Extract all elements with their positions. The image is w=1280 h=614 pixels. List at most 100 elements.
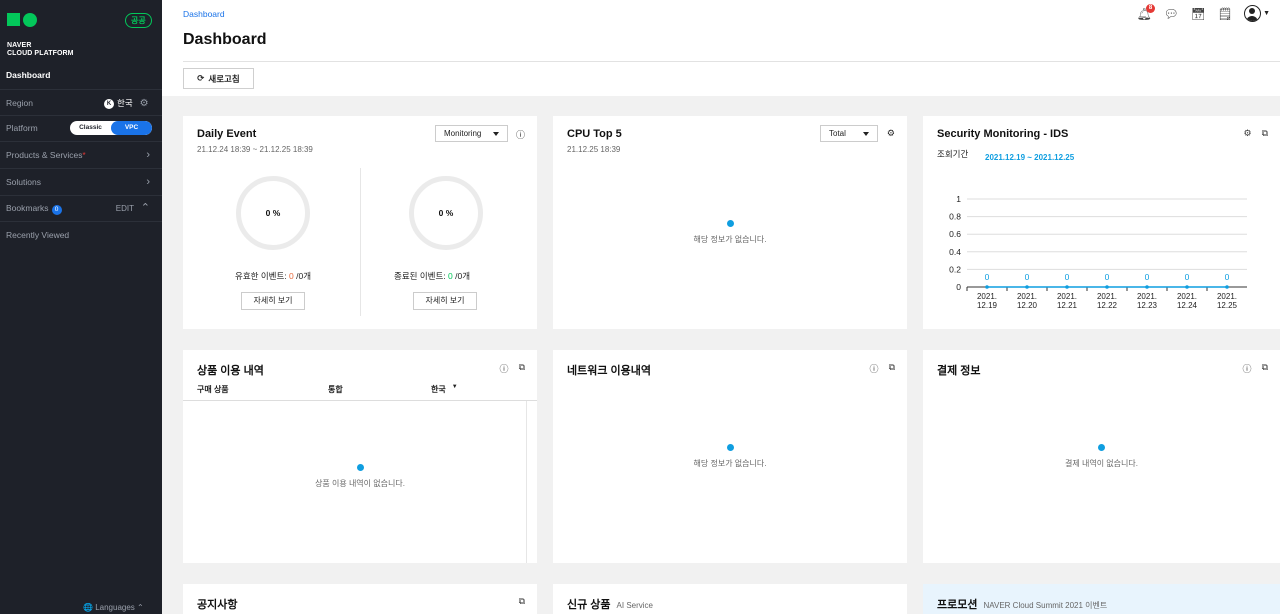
valid-event-total: /0개 <box>293 271 312 281</box>
new-products-card: 신규 상품 AI Service <box>553 584 907 614</box>
period-value: 2021.12.19 ~ 2021.12.25 <box>985 153 1075 162</box>
platform-classic-option[interactable]: Classic <box>70 121 111 135</box>
sidebar-item-bookmarks[interactable]: Bookmarks 0 EDIT ⌃ <box>0 195 162 222</box>
caret-down-icon: ▼ <box>451 384 458 390</box>
platform-toggle[interactable]: Classic VPC <box>70 121 152 135</box>
platform-label: Platform <box>6 123 38 133</box>
calendar-icon[interactable]: 📅︎ <box>1190 6 1206 22</box>
table-header-divider <box>183 400 537 401</box>
new-products-title: 신규 상품 <box>567 599 611 611</box>
refresh-icon: ⟳ <box>197 73 205 83</box>
sidebar-item-recently-viewed[interactable]: Recently Viewed <box>0 222 162 249</box>
closed-event-donut: 0 % <box>409 176 483 250</box>
avatar[interactable] <box>1244 5 1262 22</box>
data-label: 0 <box>1065 272 1070 282</box>
usage-empty-message: 상품 이용 내역이 없습니다. <box>183 464 537 489</box>
region-gear-icon[interactable]: ⚙ <box>140 90 149 117</box>
data-label: 0 <box>1185 272 1190 282</box>
header-toolbar: 🔔︎ 8 💬︎ 📅︎ 🗒︎ ▼ <box>1136 3 1270 22</box>
y-tick-label: 1 <box>956 194 961 204</box>
data-point <box>985 285 989 289</box>
chevron-right-icon: › <box>146 149 150 161</box>
region-selector[interactable]: K 한국 ⚙ <box>104 90 149 117</box>
new-products-subtitle: AI Service <box>616 601 654 610</box>
usage-empty-text: 상품 이용 내역이 없습니다. <box>315 479 405 488</box>
languages-selector[interactable]: 🌐 Languages ⌃ <box>83 603 144 612</box>
promotion-subtitle[interactable]: NAVER Cloud Summit 2021 이벤트 <box>983 601 1107 610</box>
ids-line-chart: 10.80.60.40.202021.12.1902021.12.2002021… <box>949 194 1247 310</box>
breadcrumb[interactable]: Dashboard <box>183 9 225 19</box>
divider <box>360 168 361 316</box>
gear-icon[interactable]: ⚙ <box>887 128 895 139</box>
valid-detail-button[interactable]: 자세히 보기 <box>241 292 305 310</box>
x-tick-label: 2021. <box>1217 292 1237 301</box>
sidebar-item-products[interactable]: Products & Services* › <box>0 142 162 169</box>
network-title: 네트워크 이용내역 <box>567 365 652 377</box>
bookmarks-label: Bookmarks <box>6 203 49 213</box>
help-icon[interactable]: ⓘ <box>516 128 525 141</box>
notice-title: 공지사항 <box>197 599 238 611</box>
x-tick-label: 12.22 <box>1097 301 1118 310</box>
network-usage-card: 네트워크 이용내역 ⓘ ⧉ 해당 정보가 없습니다. <box>553 350 907 563</box>
notification-bell-icon[interactable]: 🔔︎ 8 <box>1136 3 1156 22</box>
user-menu[interactable]: ▼ <box>1244 5 1270 22</box>
external-link-icon[interactable]: ⧉ <box>889 362 895 375</box>
closed-detail-button[interactable]: 자세히 보기 <box>413 292 477 310</box>
logo-text-1: NAVER <box>7 42 32 49</box>
billing-title: 결제 정보 <box>937 365 981 377</box>
chat-icon[interactable]: 💬︎ <box>1163 6 1179 22</box>
data-label: 0 <box>985 272 990 282</box>
x-tick-label: 12.21 <box>1057 301 1078 310</box>
promotion-title: 프로모션 <box>937 599 978 611</box>
logo-circle <box>23 13 37 27</box>
chevron-up-icon[interactable]: ⌃ <box>141 195 150 222</box>
notification-count-badge: 8 <box>1146 3 1156 13</box>
promotion-header: 프로모션 NAVER Cloud Summit 2021 이벤트 <box>937 596 1107 612</box>
cpu-time: 21.12.25 18:39 <box>567 145 621 154</box>
info-dot-icon <box>356 464 364 471</box>
data-label: 0 <box>1105 272 1110 282</box>
daily-event-title: Daily Event <box>197 128 257 140</box>
sidebar-item-solutions[interactable]: Solutions › <box>0 169 162 196</box>
data-point <box>1145 285 1149 289</box>
x-tick-label: 2021. <box>1177 292 1197 301</box>
external-link-icon[interactable]: ⧉ <box>519 596 525 607</box>
sidebar-item-dashboard[interactable]: Dashboard <box>0 62 162 89</box>
help-icon[interactable]: ⓘ <box>1243 362 1252 375</box>
help-icon[interactable]: ⓘ <box>500 362 509 375</box>
products-label: Products & Services <box>6 150 83 160</box>
y-tick-label: 0.8 <box>949 212 961 222</box>
y-tick-label: 0.6 <box>949 229 961 239</box>
external-link-icon[interactable]: ⧉ <box>1262 128 1268 139</box>
y-tick-label: 0 <box>956 282 961 292</box>
region-filter[interactable]: 한국 ▼ <box>431 384 458 395</box>
x-tick-label: 2021. <box>1057 292 1077 301</box>
external-link-icon[interactable]: ⧉ <box>519 362 525 375</box>
billing-card: 결제 정보 ⓘ ⧉ 결제 내역이 없습니다. <box>923 350 1280 563</box>
refresh-button[interactable]: ⟳ 새로고침 <box>183 68 254 89</box>
globe-icon: 🌐 <box>83 603 93 612</box>
header-divider <box>183 61 1280 62</box>
external-link-icon[interactable]: ⧉ <box>1262 362 1268 375</box>
bookmarks-edit-link[interactable]: EDIT <box>116 195 134 222</box>
help-icon[interactable]: ⓘ <box>870 362 879 375</box>
solutions-label: Solutions <box>6 177 41 187</box>
billing-empty-text: 결제 내역이 없습니다. <box>1065 459 1138 468</box>
x-tick-label: 12.23 <box>1137 301 1158 310</box>
col-region: 한국 <box>431 385 446 394</box>
document-icon[interactable]: 🗒︎ <box>1217 6 1233 22</box>
platform-vpc-option[interactable]: VPC <box>111 121 152 135</box>
network-empty-text: 해당 정보가 없습니다. <box>693 459 767 468</box>
network-actions: ⓘ ⧉ <box>870 362 895 375</box>
promotion-card: 프로모션 NAVER Cloud Summit 2021 이벤트 <box>923 584 1280 614</box>
logo-square <box>7 13 20 26</box>
sidebar-item-region[interactable]: Region K 한국 ⚙ <box>0 89 162 116</box>
cpu-empty-message: 해당 정보가 없습니다. <box>553 220 907 245</box>
gear-icon[interactable]: ⚙ <box>1243 128 1251 139</box>
cpu-total-dropdown[interactable]: Total <box>820 125 878 142</box>
cpu-top5-card: CPU Top 5 21.12.25 18:39 Total ⚙ 해당 정보가 … <box>553 116 907 329</box>
data-label: 0 <box>1145 272 1150 282</box>
valid-event-label: 유효한 이벤트: 0 /0개 <box>235 270 311 282</box>
closed-event-total: /0개 <box>452 271 471 281</box>
monitoring-dropdown[interactable]: Monitoring <box>435 125 508 142</box>
